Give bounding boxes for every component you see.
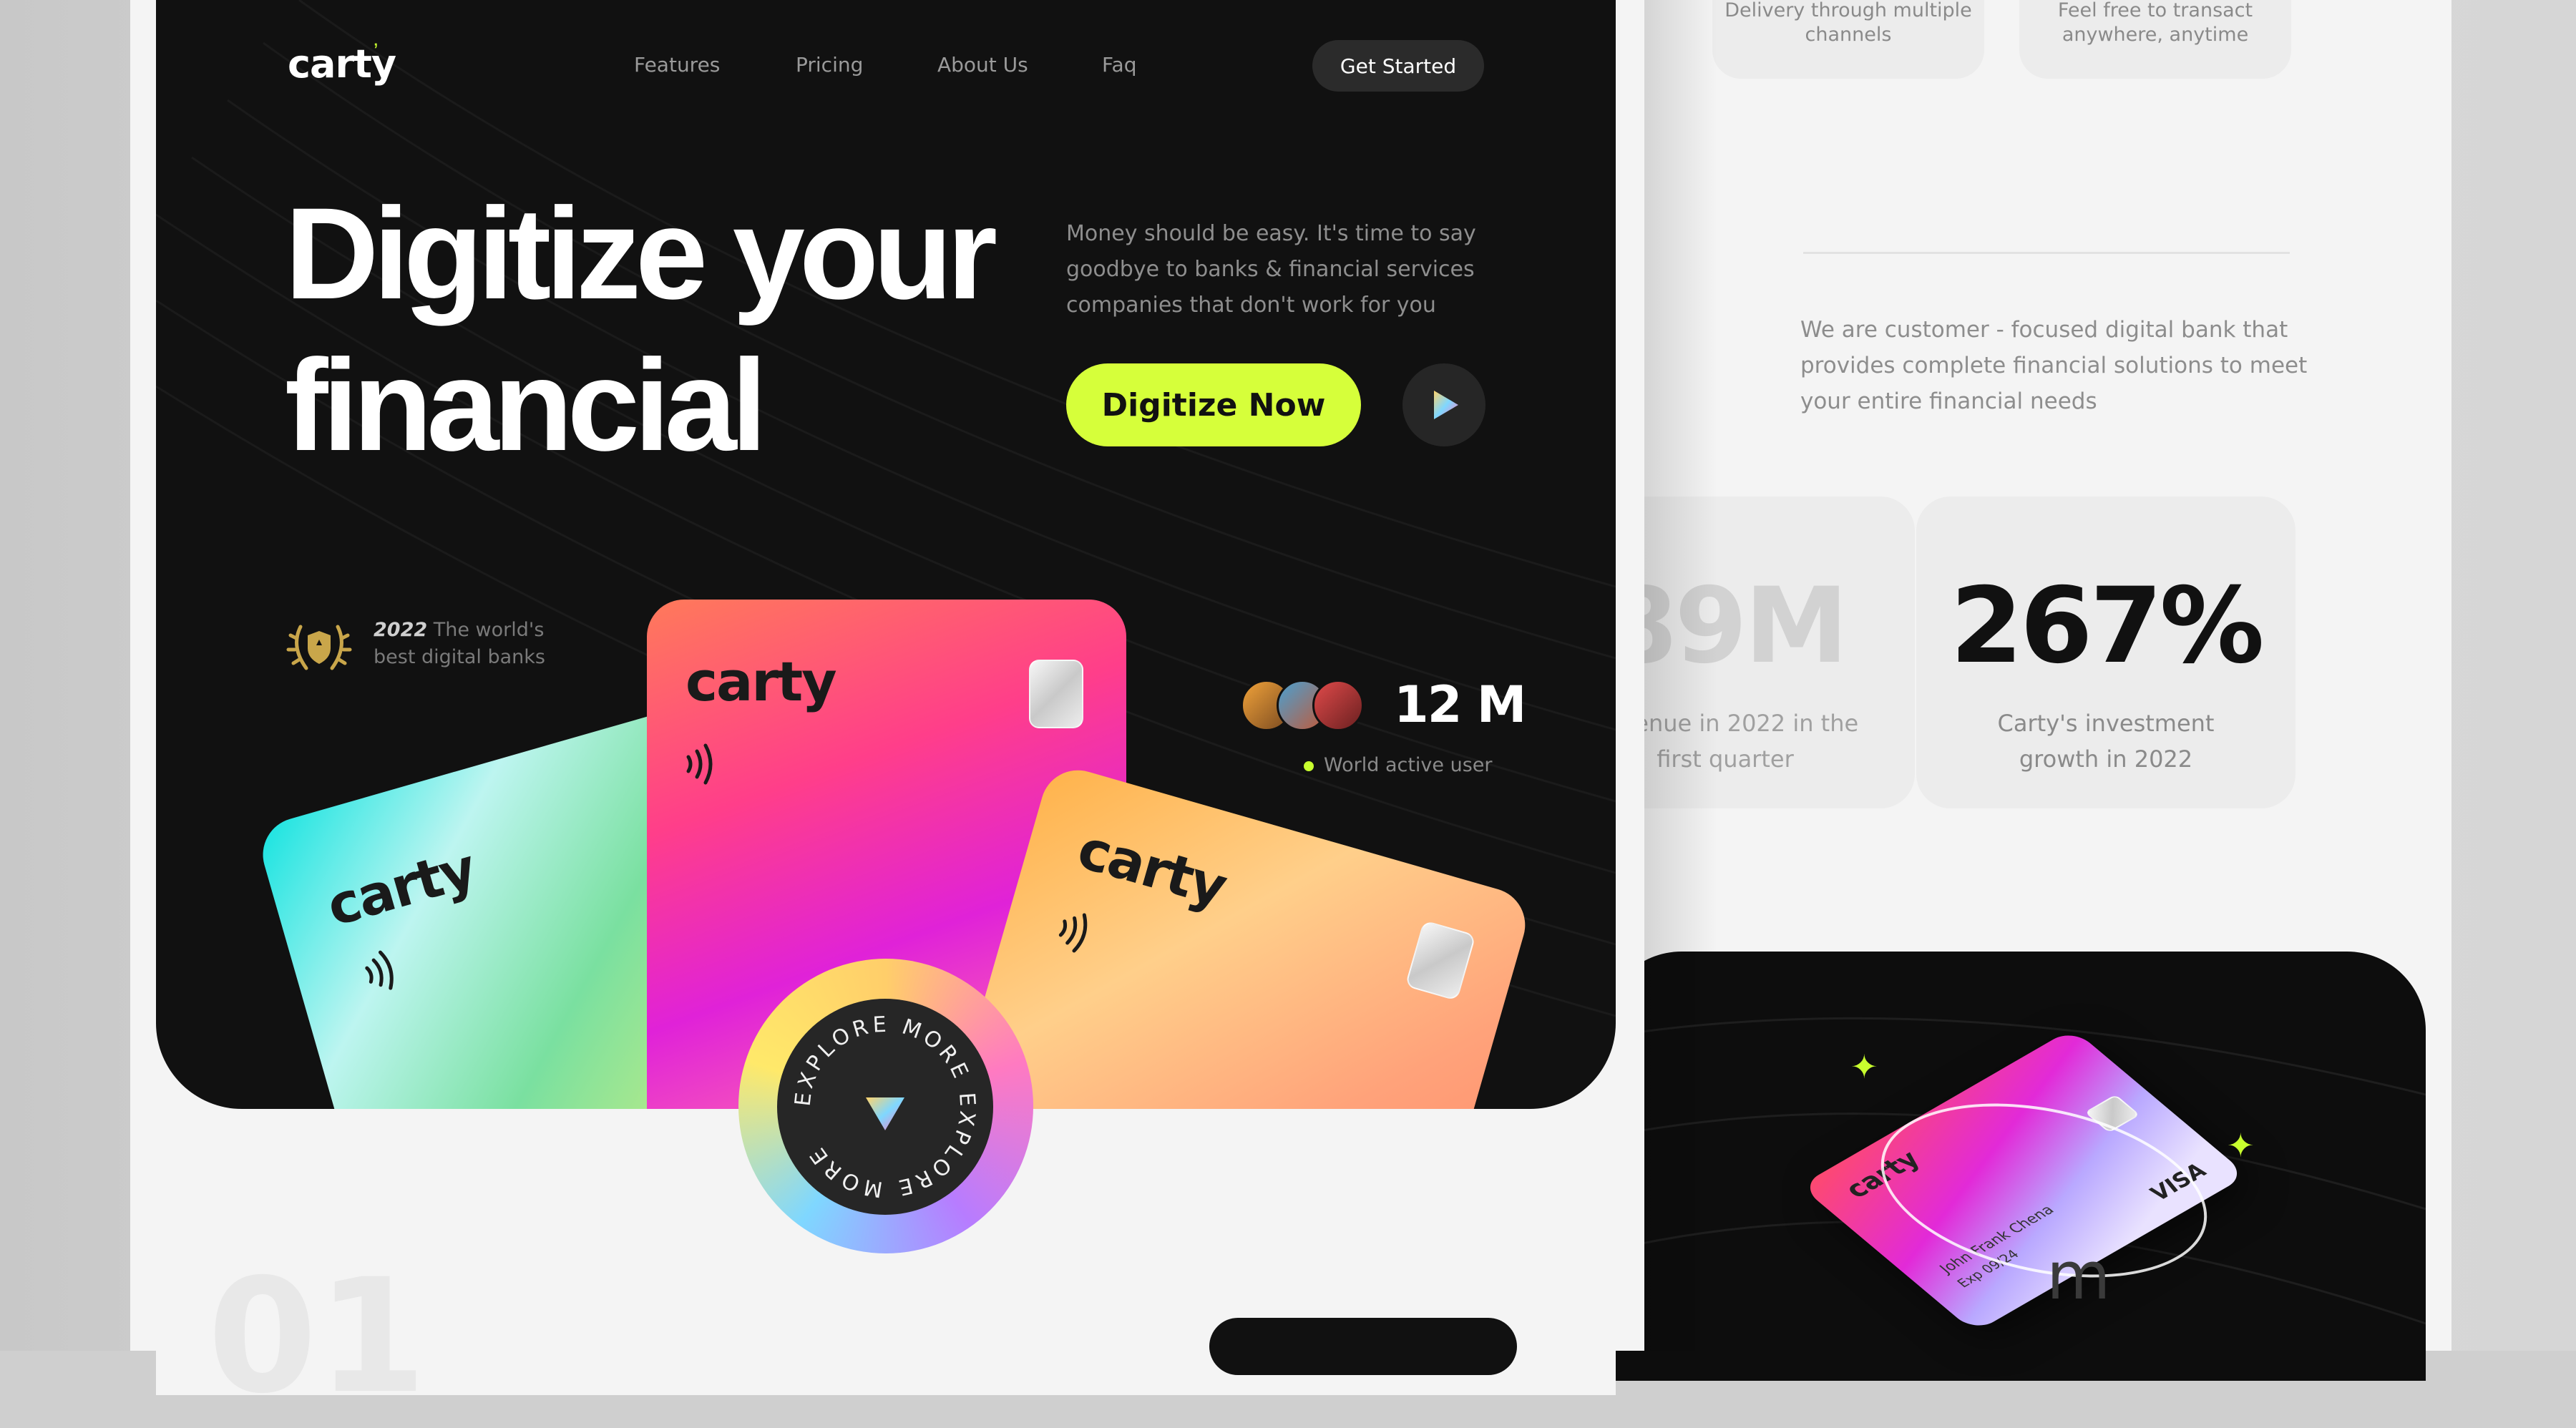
triangle-icon	[866, 1097, 904, 1130]
feature-text: Delivery through multiple channels	[1724, 0, 1972, 46]
feature-text: Feel free to transact anywhere, anytime	[2057, 0, 2253, 46]
explore-more-button[interactable]: EXPLORE MORE EXPLORE MORE	[777, 999, 993, 1215]
logo-accent-mark: ʼ	[374, 40, 379, 64]
status-dot-icon	[1304, 761, 1314, 771]
nav-features[interactable]: Features	[634, 53, 720, 77]
active-users-label: World active user	[1324, 754, 1493, 776]
play-video-button[interactable]	[1402, 363, 1485, 446]
nav-about-us[interactable]: About Us	[937, 53, 1028, 77]
laurel-shield-icon	[285, 612, 353, 685]
card-chip-icon	[1405, 920, 1476, 1002]
sparkle-icon: ✦	[1850, 1048, 1878, 1085]
ghost-text: m	[2046, 1238, 2111, 1314]
section-button[interactable]	[1209, 1318, 1517, 1375]
divider	[1803, 252, 2290, 254]
digitize-now-button[interactable]: Digitize Now	[1066, 363, 1361, 446]
stat-label: Carty's investment growth in 2022	[1997, 710, 2215, 773]
headline-line: Digitize your	[285, 180, 997, 326]
play-icon	[1434, 391, 1458, 419]
feature-card: Feel free to transact anywhere, anytime	[2019, 0, 2291, 79]
brand-logo[interactable]: carty	[288, 41, 396, 87]
contactless-icon	[1058, 913, 1088, 953]
get-started-button[interactable]: Get Started	[1312, 40, 1484, 92]
contactless-icon	[365, 950, 394, 990]
hero-description: Money should be easy. It's time to say g…	[1066, 221, 1476, 318]
headline-line: financial	[285, 332, 767, 478]
feature-card: Delivery through multiple channels	[1712, 0, 1984, 79]
sparkle-icon: ✦	[2227, 1127, 2255, 1164]
hero-headline: Digitize your financial	[285, 177, 997, 481]
active-users-count: 12 M	[1394, 675, 1526, 734]
award-year: 2022	[374, 619, 428, 641]
card-brand: carty	[320, 836, 482, 939]
about-description: We are customer - focused digital bank t…	[1800, 317, 2308, 414]
section-number: 01	[208, 1245, 427, 1428]
avatar	[1312, 680, 1364, 731]
award-caption: 2022 The world's best digital banks	[374, 617, 588, 671]
card-chip-icon	[1029, 660, 1083, 728]
stat-card-growth: 267% Carty's investment growth in 2022	[1916, 497, 2296, 808]
card-brand: carty	[1070, 816, 1234, 919]
nav-pricing[interactable]: Pricing	[796, 53, 863, 77]
nav-faq[interactable]: Faq	[1102, 53, 1136, 77]
stat-value: 267%	[1950, 565, 2264, 687]
card-brand: carty	[686, 650, 837, 713]
explore-ring-text: EXPLORE MORE EXPLORE MORE	[790, 1012, 976, 1202]
contactless-icon	[686, 743, 713, 785]
